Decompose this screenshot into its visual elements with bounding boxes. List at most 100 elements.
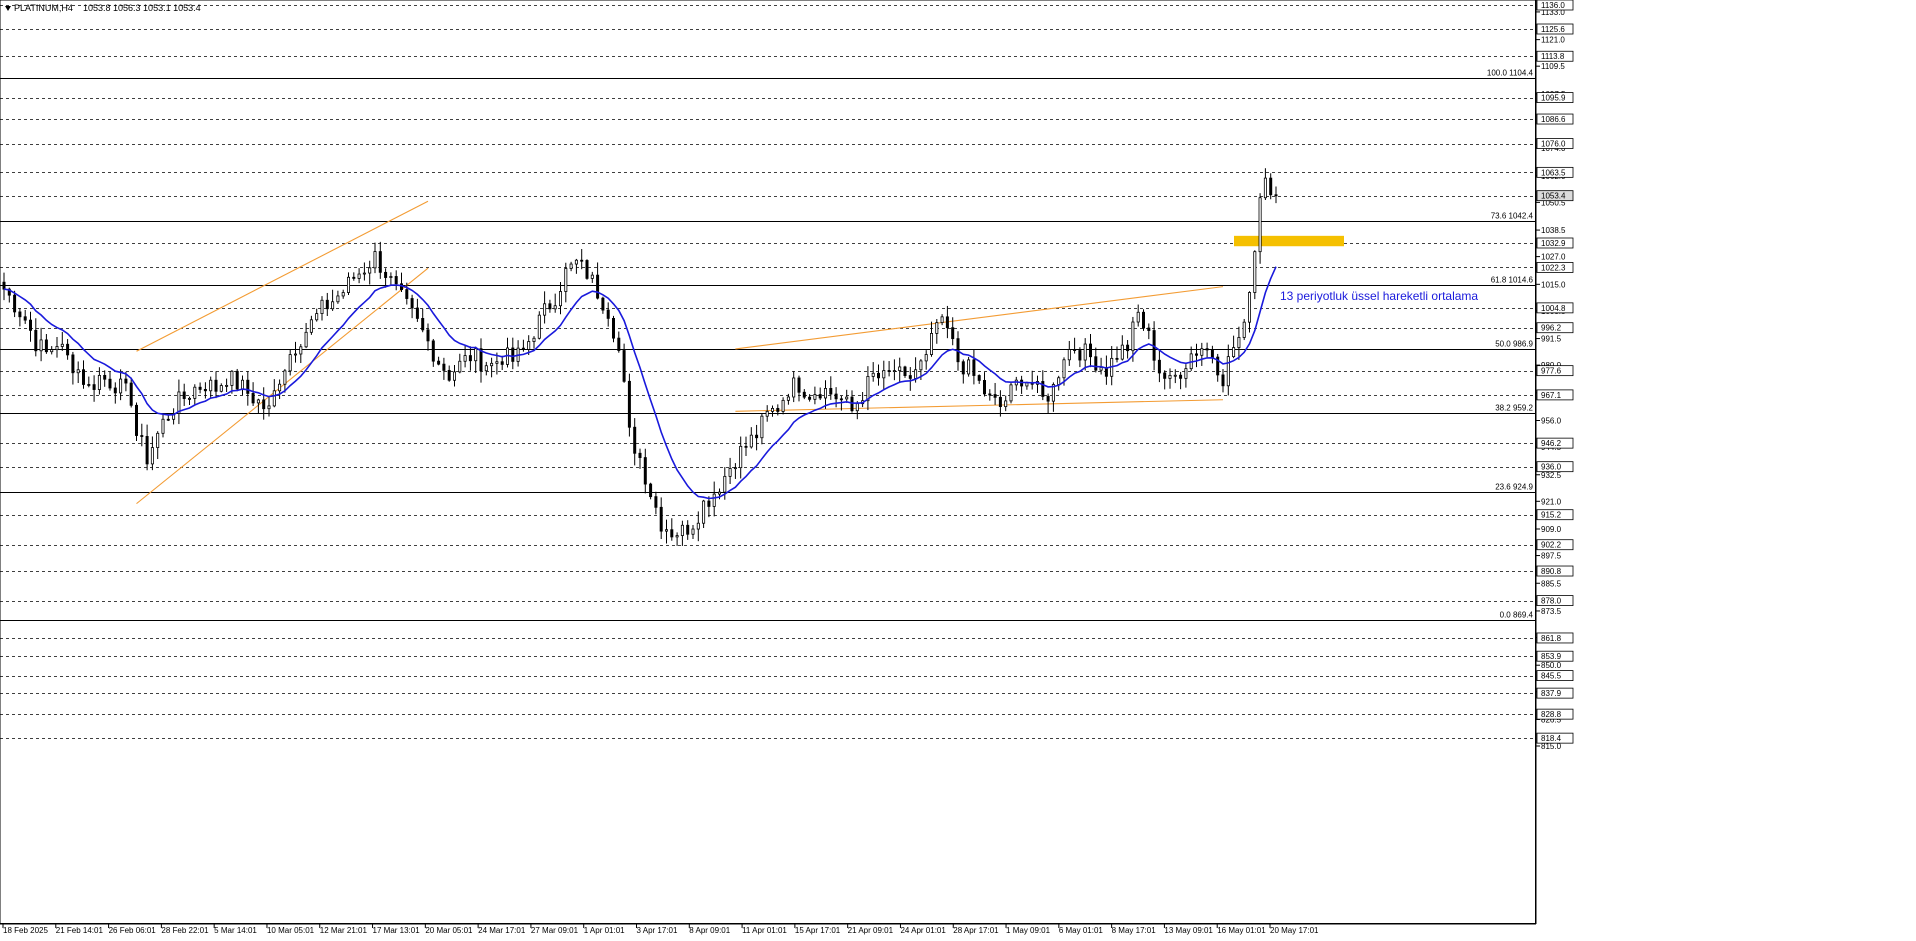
candle-body xyxy=(691,528,695,535)
fib-level-label: 73.6 1042.4 xyxy=(1491,212,1534,221)
support-resistance-zone-rect xyxy=(1234,235,1344,247)
candle-body xyxy=(246,379,250,394)
candle-body xyxy=(871,372,875,377)
price-label-text: 946.2 xyxy=(1541,439,1562,448)
candle-body xyxy=(495,361,499,364)
candle-body xyxy=(1083,343,1087,361)
time-tick-label: 16 May 01:01 xyxy=(1217,926,1266,935)
candle-body xyxy=(182,391,186,399)
candle-body xyxy=(728,468,732,477)
candle-body xyxy=(940,316,944,324)
candle-body xyxy=(66,343,70,356)
candle-body xyxy=(924,354,928,362)
candle-body xyxy=(299,346,303,355)
price-tick-label: 897.5 xyxy=(1541,552,1562,561)
candle-body xyxy=(543,303,547,316)
fib-level-label: 38.2 959.2 xyxy=(1495,404,1533,413)
candle-body xyxy=(786,396,790,401)
price-label-text: 1125.6 xyxy=(1541,25,1565,34)
candle-body xyxy=(993,394,997,398)
candle-body xyxy=(834,393,838,400)
candle-body xyxy=(18,311,22,318)
price-label-text: 890.8 xyxy=(1541,567,1562,576)
candle-body xyxy=(161,418,165,434)
chart-canvas[interactable]: 100.0 1104.4 73.6 1042.4 61.8 1014.6 50.0 9… xyxy=(0,0,1916,936)
price-label-text: 878.0 xyxy=(1541,597,1562,606)
candle-body xyxy=(103,374,107,380)
price-label-text: 902.2 xyxy=(1541,541,1562,550)
candle-body xyxy=(781,399,785,412)
candle-body xyxy=(1184,368,1188,379)
candle-body xyxy=(410,298,414,309)
candle-body xyxy=(463,355,467,362)
chart-header: PLATINUM,H4 1053.8 1056.3 1053.1 1053.4 xyxy=(5,3,201,13)
candlestick-chart[interactable]: 100.0 1104.4 73.6 1042.4 61.8 1014.6 50.0 9… xyxy=(0,0,1916,936)
candle-body xyxy=(1248,292,1252,323)
candle-body xyxy=(304,331,308,348)
candle-body xyxy=(983,380,987,395)
candle-body xyxy=(1253,251,1257,293)
candle-body xyxy=(866,376,870,402)
candle-body xyxy=(627,380,631,428)
candle-body xyxy=(97,374,101,390)
candle-body xyxy=(1168,374,1172,379)
candle-body xyxy=(771,407,775,412)
candle-body xyxy=(405,289,409,299)
candle-body xyxy=(214,379,218,392)
candle-body xyxy=(468,355,472,362)
candle-body xyxy=(802,391,806,398)
candle-body xyxy=(670,529,674,538)
candle-body xyxy=(50,349,54,353)
price-label-text: 845.5 xyxy=(1541,672,1562,681)
price-tick-label: 909.0 xyxy=(1541,525,1562,534)
candle-body xyxy=(331,301,335,310)
candle-body xyxy=(325,299,329,310)
candle-body xyxy=(877,372,881,379)
candle-body xyxy=(527,341,531,350)
candle-body xyxy=(145,436,149,465)
time-tick-label: 10 Mar 05:01 xyxy=(267,926,315,935)
candle-body xyxy=(914,369,918,379)
ema-annotation-label: 13 periyotluk üssel hareketli ortalama xyxy=(1280,289,1478,303)
candle-body xyxy=(755,434,759,439)
candle-body xyxy=(548,303,552,310)
candle-body xyxy=(394,276,398,285)
candle-body xyxy=(442,363,446,371)
candle-body xyxy=(1205,348,1209,351)
candle-body xyxy=(617,337,621,351)
candle-body xyxy=(426,329,430,342)
candle-body xyxy=(977,375,981,381)
candle-body xyxy=(961,361,965,375)
candle-body xyxy=(129,382,133,406)
candle-body xyxy=(1163,372,1167,379)
price-label-text: 837.9 xyxy=(1541,689,1562,698)
candle-body xyxy=(150,447,154,465)
price-label-text: 1095.9 xyxy=(1541,94,1566,103)
candle-body xyxy=(315,313,319,321)
time-axis: 18 Feb 2025 21 Feb 14:01 26 Feb 06:01 28 Fe… xyxy=(2,924,1319,935)
time-tick-label: 28 Feb 22:01 xyxy=(161,926,209,935)
candle-body xyxy=(569,263,573,269)
candle-body xyxy=(1094,356,1098,371)
candle-body xyxy=(813,394,817,400)
candle xyxy=(134,402,138,442)
candle-body xyxy=(1237,337,1241,348)
candle xyxy=(537,311,541,340)
candle-body xyxy=(60,343,64,347)
candle-body xyxy=(1115,357,1119,360)
candle-body xyxy=(452,371,456,381)
candle-body xyxy=(1009,384,1013,402)
price-label-text: 936.0 xyxy=(1541,463,1562,472)
candle-body xyxy=(1173,374,1177,377)
candle-body xyxy=(1136,311,1140,323)
candle-body xyxy=(437,360,441,365)
candle-body xyxy=(601,297,605,311)
candle-body xyxy=(256,399,260,404)
candle-body xyxy=(203,389,207,392)
candle-body xyxy=(797,377,801,393)
candle-body xyxy=(283,370,287,385)
symbol-label: PLATINUM,H4 xyxy=(14,3,73,13)
candle-body xyxy=(1210,349,1214,358)
candle-body xyxy=(855,403,859,412)
price-label-text: 977.6 xyxy=(1541,367,1562,376)
